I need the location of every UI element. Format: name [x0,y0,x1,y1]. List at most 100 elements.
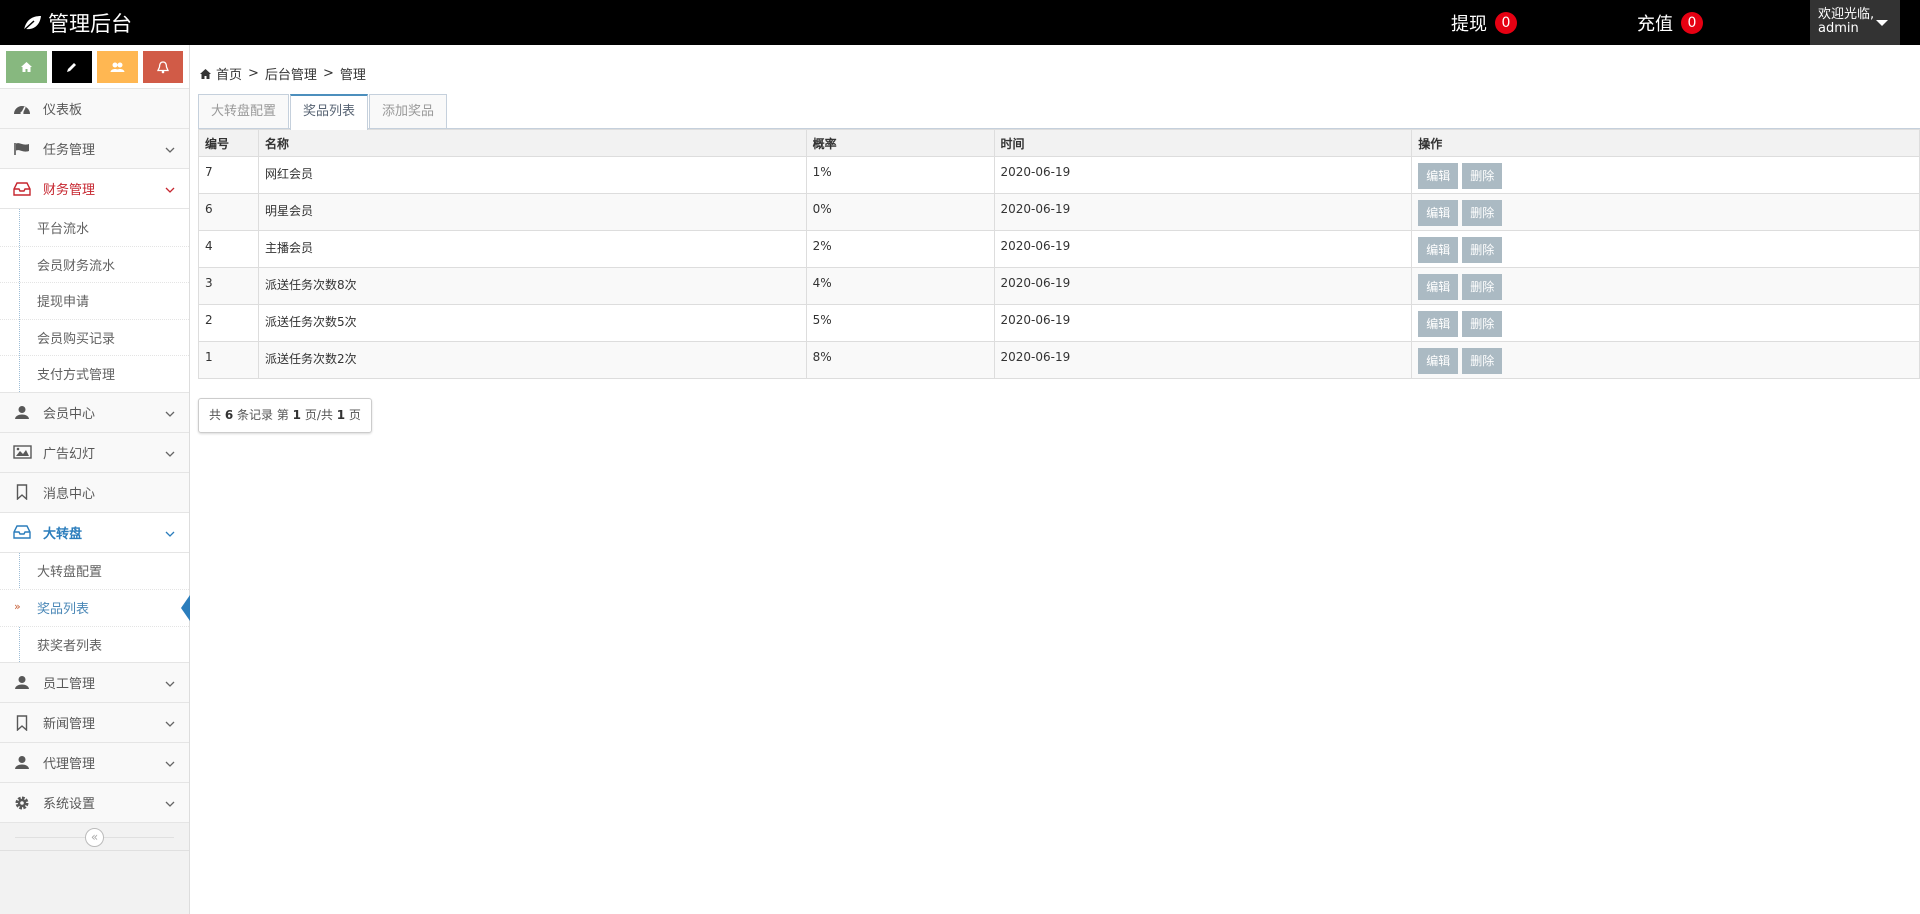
column-header-actions: 操作 [1411,129,1920,157]
sidebar-item-wheel[interactable]: 大转盘 [0,512,189,553]
breadcrumb-home-link[interactable]: 首页 [216,64,242,83]
delete-button[interactable]: 删除 [1462,200,1503,226]
withdraw-badge: 0 [1495,12,1517,34]
recharge-link[interactable]: 充值 0 [1637,10,1703,36]
delete-button[interactable]: 删除 [1462,237,1503,263]
sidebar-item-label: 广告幻灯 [43,446,96,462]
cell-time: 2020-06-19 [993,193,1413,231]
chevron-down-icon [165,183,175,198]
cell-id: 3 [198,267,259,305]
sidebar-subitem-member-purchase[interactable]: 会员购买记录 [0,318,189,356]
shortcut-users-button[interactable] [97,51,138,83]
chevron-down-icon [165,143,175,158]
inbox-icon [12,180,32,198]
withdraw-link[interactable]: 提现 0 [1451,10,1517,36]
edit-button[interactable]: 编辑 [1418,237,1459,263]
sidebar-subitem-member-finance-flow[interactable]: 会员财务流水 [0,245,189,283]
user-menu[interactable]: 欢迎光临, admin [1810,0,1900,45]
sidebar-item-label: 消息中心 [43,486,96,502]
pencil-icon [67,62,77,72]
sidebar-subitem-winner-list[interactable]: 获奖者列表 [0,625,189,663]
sidebar-item-label: 财务管理 [43,183,96,198]
sidebar-item-staff[interactable]: 员工管理 [0,663,189,703]
tab-bar: 大转盘配置 奖品列表 添加奖品 [198,94,448,130]
brand-title: 管理后台 [48,12,132,36]
tab-wheel-config[interactable]: 大转盘配置 [198,94,290,129]
sidebar-subitem-withdraw-request[interactable]: 提现申请 [0,282,189,319]
pager-total-pages: 1 [336,408,346,422]
sidebar-subitem-wheel-config[interactable]: 大转盘配置 [0,553,189,590]
sidebar-item-label: 仪表板 [43,103,83,118]
picture-icon [12,443,32,461]
breadcrumb-current: 管理 [339,68,366,83]
caret-down-icon [1876,20,1888,26]
edit-button[interactable]: 编辑 [1418,274,1459,300]
sidebar-item-settings[interactable]: 系统设置 [0,783,189,823]
table-header-row: 编号 名称 概率 时间 操作 [198,129,1920,157]
pager-text: 页/共 [301,408,337,422]
delete-button[interactable]: 删除 [1462,163,1503,189]
delete-button[interactable]: 删除 [1462,311,1503,337]
sidebar-collapse-bar: « [0,823,189,851]
chevron-down-icon [165,717,175,732]
cell-id: 7 [198,156,259,194]
tachometer-icon [12,100,32,118]
cell-name: 主播会员 [257,230,807,268]
chevron-down-icon [165,527,175,542]
table-row: 7 网红会员 1% 2020-06-19 编辑 删除 [198,156,1920,194]
edit-button[interactable]: 编辑 [1418,200,1459,226]
cell-time: 2020-06-19 [993,304,1413,342]
sidebar-item-label: 代理管理 [43,757,96,772]
top-navbar: 管理后台 提现 0 充值 0 欢迎光临, admin [0,0,1920,45]
table-row: 3 派送任务次数8次 4% 2020-06-19 编辑 删除 [198,267,1920,305]
bookmark-icon [12,714,32,732]
sidebar-item-message[interactable]: 消息中心 [0,472,189,513]
cell-time: 2020-06-19 [993,341,1413,379]
chevron-down-icon [165,797,175,812]
cell-actions: 编辑 删除 [1411,267,1920,305]
cell-name: 明星会员 [257,193,807,231]
sidebar-item-label: 会员中心 [43,406,96,422]
collapse-sidebar-button[interactable]: « [85,828,104,847]
cell-rate: 0% [805,193,995,231]
cell-actions: 编辑 删除 [1411,193,1920,231]
tab-add-prize[interactable]: 添加奖品 [369,94,448,129]
user-icon [12,674,32,692]
tab-prize-list[interactable]: 奖品列表 [290,94,369,130]
sidebar-item-agent[interactable]: 代理管理 [0,743,189,783]
delete-button[interactable]: 删除 [1462,348,1503,374]
shortcut-edit-button[interactable] [51,51,92,83]
sidebar-item-task[interactable]: 任务管理 [0,129,189,169]
cell-rate: 8% [805,341,995,379]
double-angle-right-icon: » [14,600,21,613]
chevron-down-icon [165,677,175,692]
sidebar-item-member[interactable]: 会员中心 [0,392,189,433]
edit-button[interactable]: 编辑 [1418,311,1459,337]
sidebar-item-label: 大转盘 [43,526,83,542]
breadcrumb: 首页 > 后台管理 > 管理 [199,64,372,83]
cell-time: 2020-06-19 [993,267,1413,305]
shortcut-home-button[interactable] [6,51,47,83]
sidebar-subitem-platform-flow[interactable]: 平台流水 [0,209,189,246]
brand[interactable]: 管理后台 [22,8,132,38]
cell-name: 派送任务次数5次 [257,304,807,342]
sidebar-subitem-payment-methods[interactable]: 支付方式管理 [0,355,189,392]
shortcut-notifications-button[interactable] [142,51,183,83]
sidebar-subitem-prize-list[interactable]: » 奖品列表 [0,589,190,626]
breadcrumb-admin-link[interactable]: 后台管理 [265,64,317,83]
home-icon [200,68,211,79]
edit-button[interactable]: 编辑 [1418,348,1459,374]
sidebar-item-finance[interactable]: 财务管理 [0,169,189,209]
sidebar-item-dashboard[interactable]: 仪表板 [0,89,189,129]
home-icon [20,62,32,72]
sidebar-item-label: 新闻管理 [43,717,96,732]
pagination-info: 共 6 条记录 第 1 页/共 1 页 [198,398,372,433]
edit-button[interactable]: 编辑 [1418,163,1459,189]
sidebar-item-news[interactable]: 新闻管理 [0,703,189,743]
delete-button[interactable]: 删除 [1462,274,1503,300]
double-angle-left-icon: « [90,830,99,844]
sidebar-item-ads[interactable]: 广告幻灯 [0,432,189,473]
user-icon [12,403,32,421]
chevron-down-icon [165,757,175,772]
breadcrumb-separator: > [322,66,334,81]
